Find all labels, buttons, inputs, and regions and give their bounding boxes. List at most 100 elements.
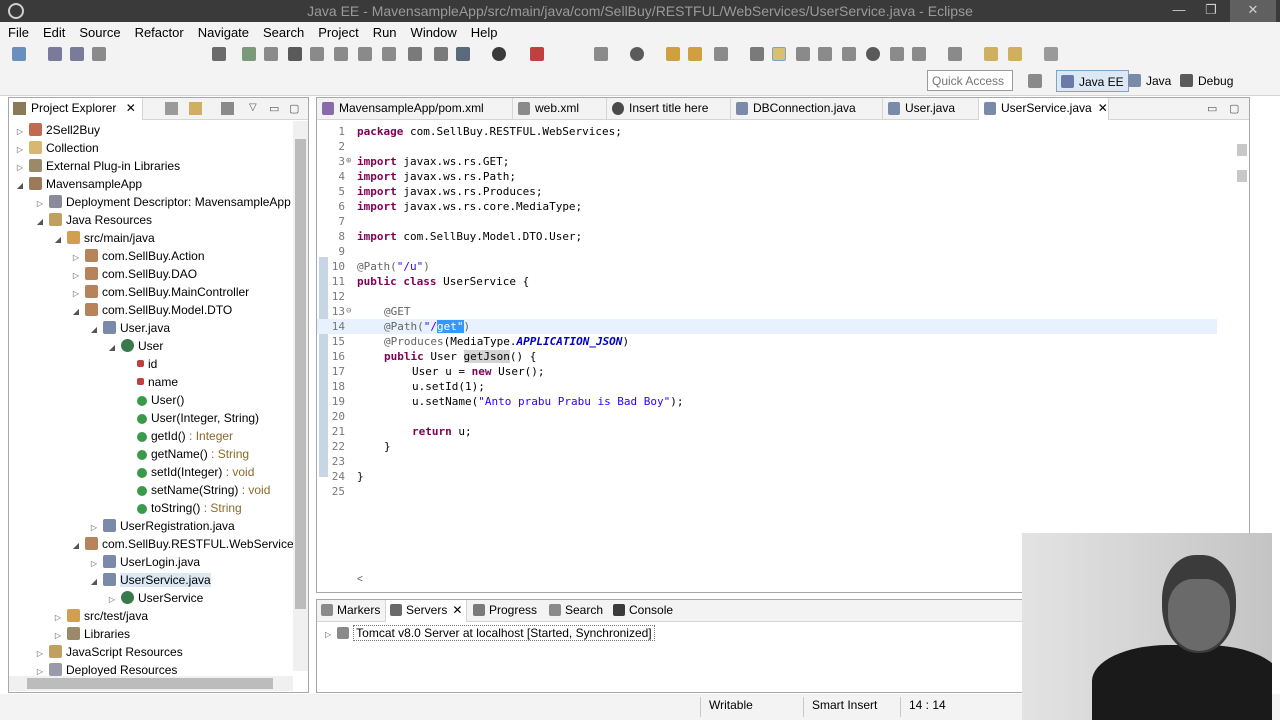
collapse-icon[interactable]: ◢ <box>53 231 63 249</box>
menu-source[interactable]: Source <box>71 22 126 40</box>
resume-icon[interactable] <box>242 47 256 61</box>
terminate-icon[interactable] <box>288 47 302 61</box>
new-server-icon[interactable] <box>594 47 608 61</box>
tree-item[interactable]: setName(String) : void <box>133 481 270 499</box>
minimize-view-icon[interactable]: ▭ <box>269 102 282 115</box>
fold-icon[interactable]: ⊕ <box>346 154 351 169</box>
menu-navigate[interactable]: Navigate <box>190 22 255 40</box>
explorer-vertical-scrollbar[interactable] <box>293 121 308 671</box>
quick-access-input[interactable] <box>927 70 1013 91</box>
tree-item[interactable]: ◢ User.java <box>89 319 170 337</box>
maximize-view-icon[interactable]: ▢ <box>289 102 302 115</box>
menu-search[interactable]: Search <box>255 22 310 40</box>
tree-item[interactable]: name <box>133 373 178 391</box>
perspective-debug[interactable]: Debug <box>1176 70 1237 92</box>
next-annotation-icon[interactable] <box>912 47 926 61</box>
save-all-icon[interactable] <box>70 47 84 61</box>
tree-item[interactable]: ◢ src/main/java <box>53 229 155 247</box>
suspend-icon[interactable] <box>264 47 278 61</box>
save-icon[interactable] <box>48 47 62 61</box>
collapse-icon[interactable]: ◢ <box>15 177 25 195</box>
external-tools-icon[interactable] <box>530 47 544 61</box>
fold-icon[interactable]: ⊖ <box>346 304 351 319</box>
tree-item[interactable]: setId(Integer) : void <box>133 463 254 481</box>
menu-edit[interactable]: Edit <box>35 22 71 40</box>
tree-item[interactable]: getName() : String <box>133 445 249 463</box>
expand-icon[interactable]: ▷ <box>325 630 331 639</box>
tree-item[interactable]: getId() : Integer <box>133 427 233 445</box>
collapse-icon[interactable]: ◢ <box>71 537 81 555</box>
annotation-nav-icon[interactable] <box>890 47 904 61</box>
close-icon[interactable]: ✕ <box>452 603 462 617</box>
tree-item[interactable]: ▷ Collection <box>15 139 99 157</box>
step-into-icon[interactable] <box>334 47 348 61</box>
menu-refactor[interactable]: Refactor <box>127 22 190 40</box>
last-edit-icon[interactable] <box>984 47 998 61</box>
open-type-icon[interactable] <box>666 47 680 61</box>
tree-item[interactable]: ◢ com.SellBuy.RESTFUL.WebServices <box>71 535 300 553</box>
prev-annotation-icon[interactable] <box>948 47 962 61</box>
tab-web-xml[interactable]: web.xml <box>513 98 607 120</box>
tab-user-java[interactable]: User.java <box>883 98 979 120</box>
new-web-project-icon[interactable] <box>630 47 644 61</box>
menu-project[interactable]: Project <box>310 22 364 40</box>
close-button[interactable]: ✕ <box>1230 0 1276 22</box>
tree-item[interactable]: ▷ com.SellBuy.MainController <box>71 283 249 301</box>
forward-icon[interactable] <box>1044 47 1058 61</box>
menu-window[interactable]: Window <box>403 22 463 40</box>
overview-ruler[interactable] <box>1235 122 1249 582</box>
view-menu-icon[interactable]: ▽ <box>249 102 262 115</box>
tab-markers[interactable]: Markers <box>317 600 385 622</box>
tree-item[interactable]: toString() : String <box>133 499 242 517</box>
show-whitespace-icon[interactable] <box>842 47 856 61</box>
collapse-icon[interactable]: ◢ <box>35 213 45 231</box>
collapse-icon[interactable]: ◢ <box>71 303 81 321</box>
tree-item[interactable]: ◢ Java Resources <box>35 211 152 229</box>
open-perspective-icon[interactable] <box>1028 74 1042 88</box>
filter-icon[interactable] <box>221 102 234 115</box>
open-task-icon[interactable] <box>688 47 702 61</box>
step-over-icon[interactable] <box>358 47 372 61</box>
menu-file[interactable]: File <box>0 22 35 40</box>
server-entry[interactable]: ▷ Tomcat v8.0 Server at localhost [Starte… <box>325 625 655 641</box>
tree-item[interactable]: id <box>133 355 157 373</box>
tab-project-explorer[interactable]: Project Explorer ✕ <box>9 98 143 120</box>
search-icon[interactable] <box>714 47 728 61</box>
tree-item[interactable]: ▷ External Plug-in Libraries <box>15 157 180 175</box>
tree-item[interactable]: ▷ JavaScript Resources <box>35 643 183 661</box>
tab-servers[interactable]: Servers ✕ <box>385 600 467 622</box>
debug-icon[interactable] <box>456 47 470 61</box>
print-icon[interactable] <box>92 47 106 61</box>
tree-item[interactable]: ◢ User <box>107 337 163 355</box>
tree-item[interactable]: ▷ com.SellBuy.Action <box>71 247 205 265</box>
tab-console[interactable]: Console <box>609 600 685 622</box>
tab-progress[interactable]: Progress <box>469 600 545 622</box>
toggle-mark-occurrences-icon[interactable] <box>750 47 764 61</box>
tab-pom-xml[interactable]: MavensampleApp/pom.xml <box>317 98 513 120</box>
menu-help[interactable]: Help <box>463 22 504 40</box>
back-icon[interactable] <box>1008 47 1022 61</box>
tree-item[interactable]: ▷ src/test/java <box>53 607 148 625</box>
collapse-all-icon[interactable] <box>165 102 178 115</box>
tab-insert-title[interactable]: Insert title here <box>607 98 731 120</box>
use-step-filters-icon[interactable] <box>434 47 448 61</box>
tree-item[interactable]: ▷ 2Sell2Buy <box>15 121 100 139</box>
drop-to-frame-icon[interactable] <box>408 47 422 61</box>
editor-vertical-scrollbar[interactable] <box>1217 122 1232 568</box>
toggle-highlight-icon[interactable] <box>772 47 786 61</box>
link-editor-icon[interactable] <box>189 102 202 115</box>
run-icon[interactable] <box>492 47 506 61</box>
tab-userservice-java[interactable]: UserService.java ✕ <box>979 98 1109 120</box>
minimize-button[interactable]: — <box>1164 0 1194 22</box>
close-icon[interactable]: ✕ <box>1098 101 1108 115</box>
overview-marker[interactable] <box>1237 144 1247 156</box>
close-icon[interactable]: ✕ <box>126 101 136 115</box>
scroll-left-icon[interactable]: < <box>357 574 363 585</box>
tree-item[interactable]: ▷ UserLogin.java <box>89 553 200 571</box>
perspective-java-ee[interactable]: Java EE <box>1056 70 1129 92</box>
tree-item[interactable]: ▷ UserRegistration.java <box>89 517 235 535</box>
tree-item[interactable]: ▷ Libraries <box>53 625 130 643</box>
tree-item-selected[interactable]: ◢ UserService.java <box>89 571 211 589</box>
maximize-button[interactable]: ❐ <box>1196 0 1226 22</box>
collapse-icon[interactable]: ◢ <box>89 573 99 591</box>
